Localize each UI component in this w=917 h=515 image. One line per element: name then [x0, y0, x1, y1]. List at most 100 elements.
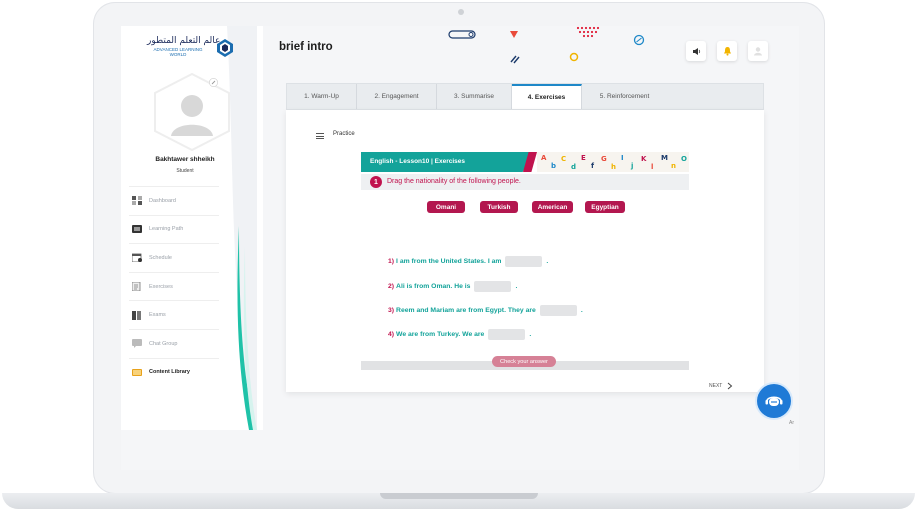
learning-path-icon: [132, 224, 142, 233]
sentence-end: .: [580, 307, 583, 314]
question-text: Drag the nationality of the following pe…: [387, 177, 521, 185]
language-toggle[interactable]: Ar: [789, 420, 794, 426]
sentence-end: .: [529, 331, 532, 338]
sidebar-item-label: Learning Path: [149, 226, 184, 233]
sidebar-item-schedule[interactable]: Schedule: [129, 243, 219, 272]
exercise-card: Practice English - Lesson10 | Exercises …: [286, 110, 764, 392]
sentence-end: .: [546, 258, 549, 265]
question-row: 1 Drag the nationality of the following …: [361, 174, 689, 190]
logo-english-text: ADVANCED LEARNING WORLD: [153, 47, 203, 57]
sidebar-item-exercises[interactable]: Exercises: [129, 271, 219, 301]
sentence-number: 3): [388, 307, 395, 314]
svg-text:n: n: [671, 162, 676, 170]
sidebar-nav: Dashboard Learning Path Schedule Exercis…: [129, 186, 219, 386]
drop-zone[interactable]: [474, 281, 512, 292]
support-chat-button[interactable]: [757, 384, 791, 418]
tab-warm-up[interactable]: 1. Warm-Up: [287, 84, 357, 109]
chat-group-icon: [132, 339, 142, 349]
camera-dot: [458, 9, 464, 15]
decoration-pill-icon: [448, 30, 476, 39]
logo-arabic-text: عالم التعلم المتطور: [147, 36, 221, 46]
decoration-slash-icon: [510, 55, 520, 64]
notifications-button[interactable]: [717, 41, 737, 61]
sidebar-item-content-library[interactable]: Content Library: [129, 357, 219, 387]
svg-text:M: M: [661, 154, 668, 162]
sidebar-item-label: Dashboard: [149, 197, 176, 204]
sentence-text: I am from the United States. I am: [396, 258, 502, 265]
svg-text:O: O: [681, 155, 687, 163]
exercise-title: English - Lesson10 | Exercises: [370, 158, 466, 165]
sentence-number: 2): [388, 283, 395, 290]
sidebar-item-label: Exams: [149, 312, 166, 319]
profile-avatar[interactable]: [149, 72, 235, 152]
lesson-tabs: 1. Warm-Up 2. Engagement 3. Summarise 4.…: [286, 83, 764, 110]
drop-zone[interactable]: [488, 329, 526, 340]
svg-text:d: d: [571, 163, 576, 171]
sidebar-item-chat-group[interactable]: Chat Group: [129, 328, 219, 358]
laptop-mockup: عالم التعلم المتطور ADVANCED LEARNING WO…: [0, 0, 917, 515]
laptop-notch: [380, 493, 538, 499]
tab-exercises[interactable]: 4. Exercises: [512, 84, 582, 109]
svg-text:I: I: [621, 154, 624, 162]
svg-text:l: l: [651, 163, 653, 171]
brand-logo[interactable]: عالم التعلم المتطور ADVANCED LEARNING WO…: [147, 36, 237, 60]
drag-chip-omani[interactable]: Omani: [427, 201, 465, 213]
user-role: Student: [176, 168, 194, 174]
next-label: NEXT: [709, 383, 723, 389]
headset-chat-icon: [765, 396, 783, 406]
menu-lines-icon[interactable]: [316, 133, 324, 139]
sentence-row: 2) Ali is from Oman. He is .: [388, 281, 517, 292]
svg-text:K: K: [641, 155, 647, 163]
sidebar-item-dashboard[interactable]: Dashboard: [129, 186, 219, 215]
sentence-number: 1): [388, 258, 395, 265]
announcement-button[interactable]: [686, 41, 706, 61]
sidebar: عالم التعلم المتطور ADVANCED LEARNING WO…: [121, 26, 263, 430]
drag-chip-egyptian[interactable]: Egyptian: [585, 201, 625, 213]
exercise-header: English - Lesson10 | Exercises AbC dEf G…: [361, 152, 689, 174]
tab-reinforcement[interactable]: 5. Reinforcement: [582, 84, 667, 109]
sentence-row: 4) We are from Turkey. We are .: [388, 329, 531, 340]
edit-pencil-icon[interactable]: [209, 78, 218, 87]
decoration-triangle-icon: [510, 31, 518, 38]
decoration-dots-icon: [576, 26, 600, 38]
svg-text:G: G: [601, 155, 607, 163]
next-button[interactable]: NEXT: [709, 382, 733, 390]
book-icon: [132, 368, 142, 376]
chevron-right-icon: [728, 382, 733, 390]
drag-chip-american[interactable]: American: [532, 201, 573, 213]
svg-text:j: j: [630, 162, 633, 170]
tab-summarise[interactable]: 3. Summarise: [437, 84, 512, 109]
svg-text:C: C: [561, 155, 566, 163]
svg-text:E: E: [581, 154, 586, 162]
tab-engagement[interactable]: 2. Engagement: [357, 84, 437, 109]
drop-zone[interactable]: [539, 305, 577, 316]
avatar-hexagon: [154, 72, 230, 152]
app-screen: عالم التعلم المتطور ADVANCED LEARNING WO…: [121, 26, 799, 470]
drop-zone[interactable]: [505, 256, 543, 267]
profile-button[interactable]: [748, 41, 768, 61]
dashboard-icon: [132, 196, 142, 206]
sidebar-item-label: Content Library: [149, 369, 190, 376]
sentence-end: .: [515, 283, 518, 290]
svg-text:b: b: [551, 162, 556, 170]
sentence-row: 1) I am from the United States. I am .: [388, 256, 548, 267]
megaphone-icon: [692, 47, 700, 55]
sidebar-item-exams[interactable]: Exams: [129, 300, 219, 329]
sidebar-item-label: Schedule: [149, 254, 172, 261]
sentence-text: We are from Turkey. We are: [396, 331, 485, 338]
drag-chip-turkish[interactable]: Turkish: [480, 201, 518, 213]
svg-text:A: A: [541, 154, 547, 162]
exercises-icon: [132, 282, 141, 292]
sidebar-item-label: Exercises: [149, 283, 173, 290]
sidebar-item-learning-path[interactable]: Learning Path: [129, 214, 219, 244]
exams-icon: [132, 310, 141, 320]
check-answer-button[interactable]: Check your answer: [492, 356, 556, 367]
sidebar-item-label: Chat Group: [149, 340, 178, 347]
decoration-ring-icon: [569, 52, 579, 62]
bell-icon: [723, 47, 731, 56]
alw-logo-icon: [217, 39, 233, 57]
svg-text:h: h: [611, 163, 616, 171]
sentence-text: Ali is from Oman. He is: [396, 283, 471, 290]
page-title: brief intro: [279, 41, 333, 53]
sentence-row: 3) Reem and Mariam are from Egypt. They …: [388, 305, 583, 316]
